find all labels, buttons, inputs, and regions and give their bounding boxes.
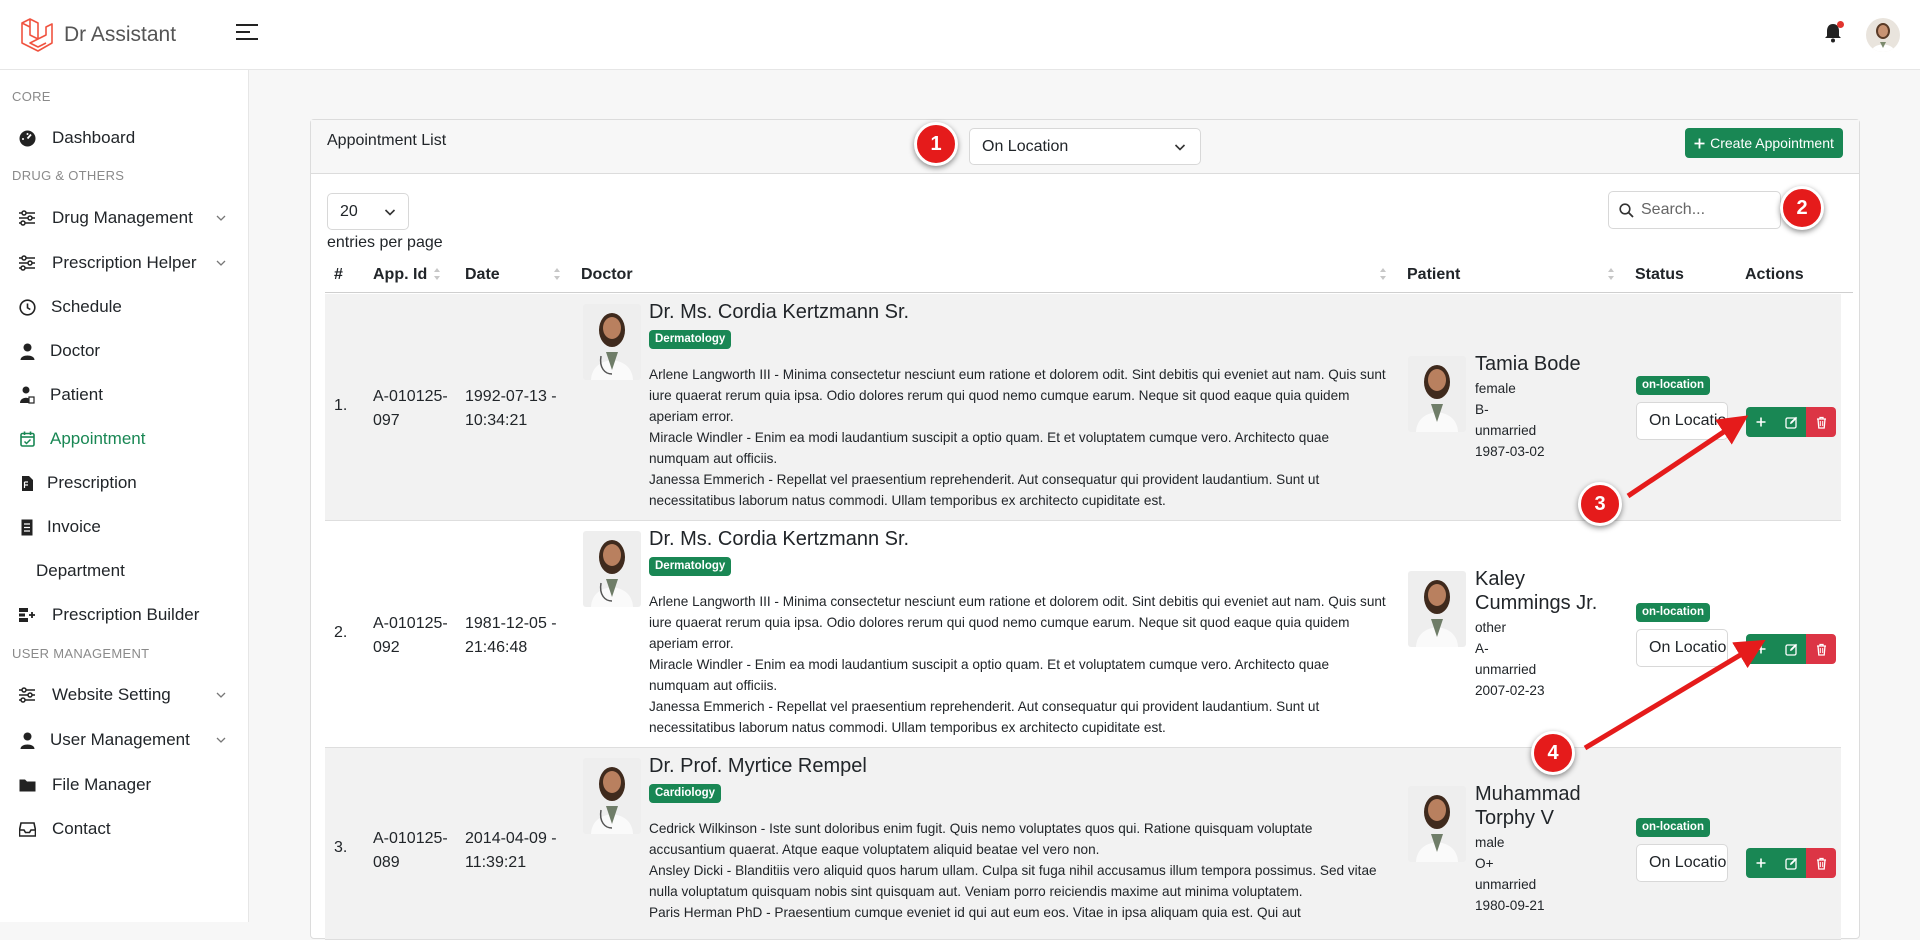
annotation-marker-3: 3 xyxy=(1578,482,1622,526)
arrow-4 xyxy=(1583,639,1766,751)
arrow-3 xyxy=(1626,415,1749,499)
annotation-arrows xyxy=(1583,415,1766,751)
annotation-marker-2: 2 xyxy=(1780,186,1824,230)
annotation-marker-4: 4 xyxy=(1531,731,1575,775)
annotation-marker-1: 1 xyxy=(914,122,958,166)
